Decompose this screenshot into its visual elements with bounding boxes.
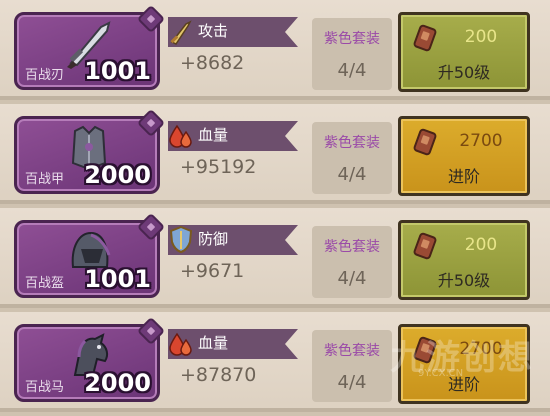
- item-name: 百战甲: [25, 172, 65, 187]
- set-count: 4/4: [337, 268, 367, 289]
- set-info: 紫色套装 4/4: [312, 330, 392, 402]
- item-card[interactable]: 百战甲 2000: [14, 108, 166, 194]
- equipment-row: 百战甲 2000 血量 +95192 紫色套装 4/4 2700 进阶: [0, 104, 550, 204]
- watermark-url: 9Y.CX.CN: [418, 368, 464, 379]
- set-info: 紫色套装 4/4: [312, 122, 392, 194]
- item-card[interactable]: 百战马 2000: [14, 316, 166, 402]
- upgrade-button[interactable]: 200 升50级: [398, 220, 530, 300]
- rank-badge-icon: [136, 108, 166, 138]
- stat-label: 攻击: [198, 22, 229, 40]
- cost-value: 200: [464, 235, 498, 255]
- upgrade-token-icon: [413, 24, 437, 52]
- set-count: 4/4: [337, 372, 367, 393]
- item-name: 百战马: [25, 380, 65, 395]
- blood-drop-icon: [169, 124, 192, 148]
- stat-value: +87870: [180, 364, 257, 386]
- stat-label: 血量: [198, 334, 229, 352]
- shield-icon: [169, 225, 193, 254]
- item-level: 1001: [84, 265, 151, 293]
- item-name: 百战盔: [25, 276, 65, 291]
- equipment-row: 百战刃 1001 攻击 +8682 紫色套装 4/4 200 升50级: [0, 0, 550, 100]
- item-level: 1001: [84, 57, 151, 85]
- set-name: 紫色套装: [324, 239, 380, 255]
- item-card[interactable]: 百战刃 1001: [14, 4, 166, 90]
- cost-value: 2700: [459, 131, 503, 151]
- set-info: 紫色套装 4/4: [312, 18, 392, 90]
- set-name: 紫色套装: [324, 31, 380, 47]
- rank-badge-icon: [136, 4, 166, 34]
- item-level: 2000: [84, 369, 151, 397]
- action-label: 进阶: [447, 167, 480, 186]
- stat-value: +9671: [180, 260, 245, 282]
- rank-badge-icon: [136, 316, 166, 346]
- stat-label: 血量: [198, 126, 229, 144]
- cost-value: 200: [464, 27, 498, 47]
- sword-icon: [170, 20, 192, 45]
- stat-value: +8682: [180, 52, 245, 74]
- advance-button[interactable]: 2700 进阶: [398, 116, 530, 196]
- set-count: 4/4: [337, 164, 367, 185]
- rank-badge-icon: [136, 212, 166, 242]
- item-level: 2000: [84, 161, 151, 189]
- blood-drop-icon: [169, 332, 192, 356]
- stat-label: 防御: [198, 230, 229, 248]
- set-info: 紫色套装 4/4: [312, 226, 392, 298]
- equipment-row: 百战盔 1001 防御 +9671 紫色套装 4/4 200 升50级: [0, 208, 550, 308]
- action-label: 升50级: [437, 271, 491, 290]
- upgrade-token-icon: [413, 128, 437, 156]
- upgrade-token-icon: [413, 232, 437, 260]
- upgrade-button[interactable]: 200 升50级: [398, 12, 530, 92]
- item-name: 百战刃: [25, 68, 65, 83]
- set-count: 4/4: [337, 60, 367, 81]
- item-card[interactable]: 百战盔 1001: [14, 212, 166, 298]
- set-name: 紫色套装: [324, 135, 380, 151]
- stat-value: +95192: [180, 156, 257, 178]
- set-name: 紫色套装: [324, 343, 380, 359]
- action-label: 升50级: [437, 63, 491, 82]
